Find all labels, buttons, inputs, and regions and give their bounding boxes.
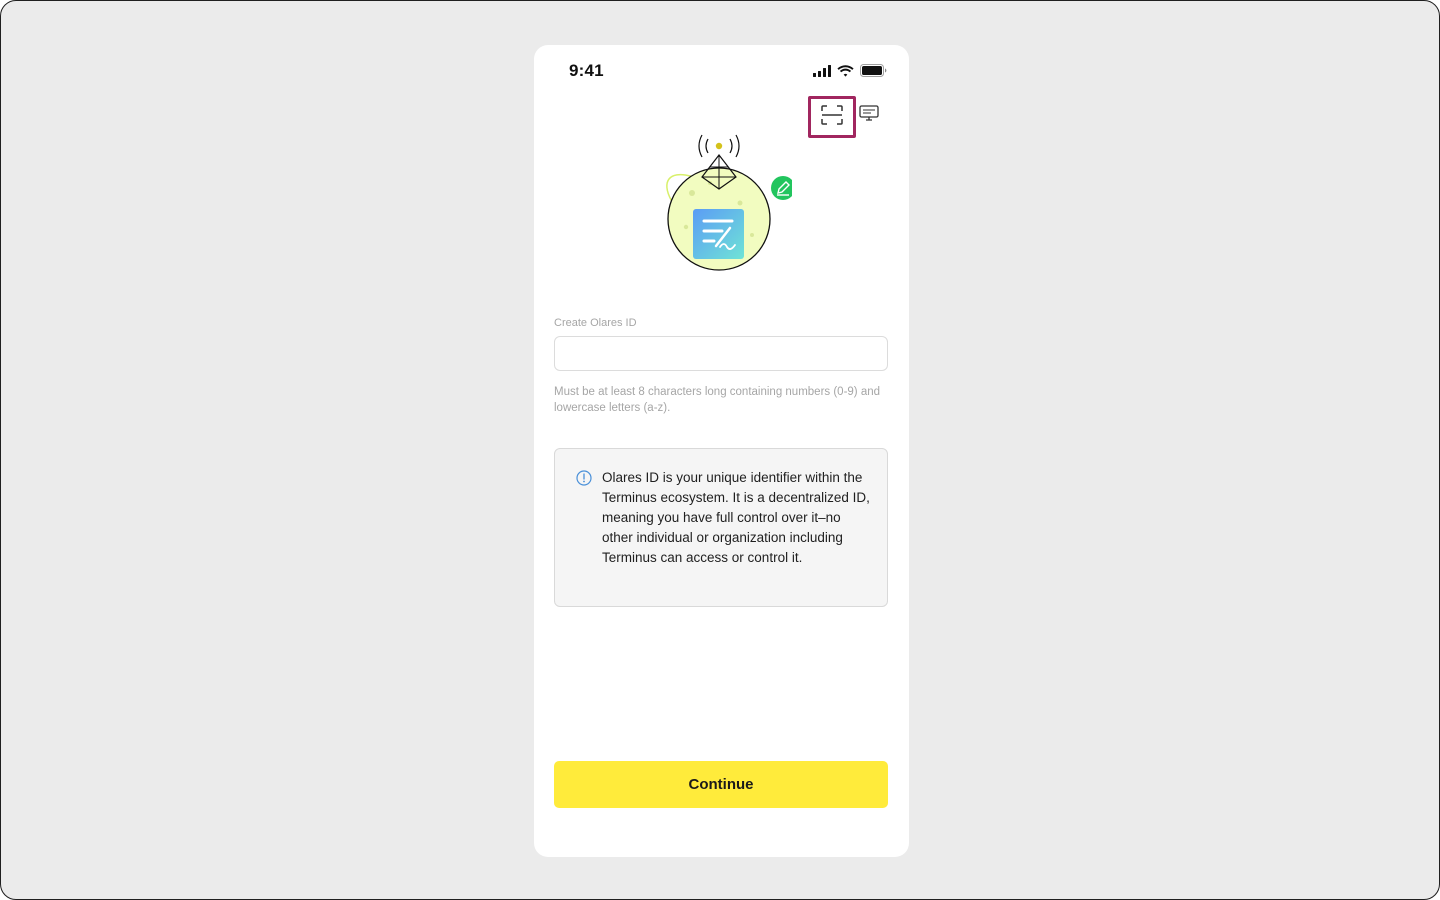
scan-qr-icon: [821, 104, 843, 130]
app-frame: 9:41 Create Olares ID Must be at least 8…: [0, 0, 1440, 900]
scan-button[interactable]: [808, 96, 856, 138]
info-text: Olares ID is your unique identifier with…: [602, 470, 870, 565]
globe-document-signature-illustration: [652, 131, 797, 279]
olares-id-label: Create Olares ID: [554, 317, 637, 329]
desktop-button[interactable]: [858, 105, 880, 127]
olares-id-hint: Must be at least 8 characters long conta…: [554, 386, 881, 414]
desktop-monitor-icon: [859, 105, 879, 127]
info-circle-icon: [576, 470, 592, 486]
cellular-signal-icon: [813, 64, 831, 82]
battery-icon: [860, 64, 887, 82]
continue-button[interactable]: Continue: [554, 761, 888, 808]
info-box: Olares ID is your unique identifier with…: [554, 448, 888, 607]
status-icons: [813, 64, 887, 82]
phone-screen: 9:41 Create Olares ID Must be at least 8…: [534, 45, 909, 857]
olares-id-input[interactable]: [554, 336, 888, 371]
status-time: 9:41: [569, 61, 604, 80]
wifi-icon: [837, 64, 854, 82]
status-bar: 9:41: [534, 45, 909, 93]
